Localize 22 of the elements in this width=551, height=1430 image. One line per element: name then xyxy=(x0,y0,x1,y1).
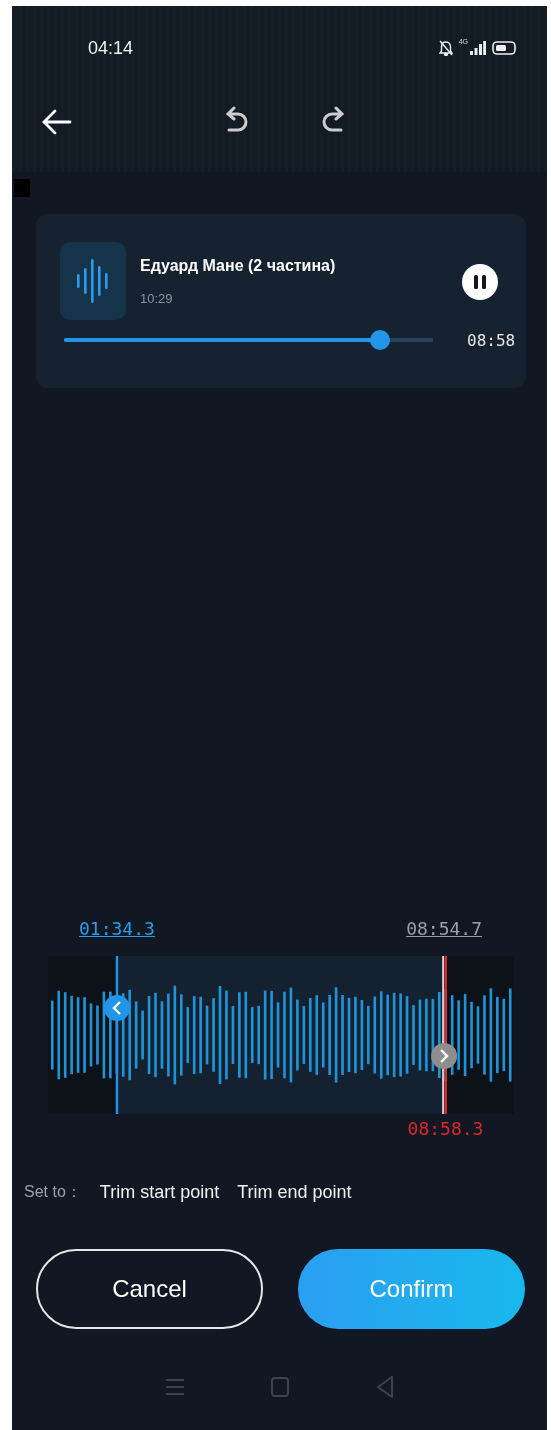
corner-marker xyxy=(14,179,30,197)
pause-button[interactable] xyxy=(462,264,498,300)
set-option[interactable]: Trim end point xyxy=(237,1182,352,1203)
current-time: 08:58 xyxy=(467,330,516,350)
playhead-time: 08:58.3 xyxy=(407,1118,484,1139)
track-title: Едуард Мане (2 частина) xyxy=(140,257,337,275)
pause-icon xyxy=(473,274,487,290)
trim-start-time[interactable]: 01:34.3 xyxy=(79,918,155,939)
clock: 04:14 xyxy=(88,37,134,59)
sound-wave-icon xyxy=(75,258,111,304)
slider-thumb[interactable] xyxy=(369,330,390,350)
back-arrow-icon xyxy=(42,109,72,135)
trim-end-handle[interactable] xyxy=(431,956,458,1114)
set-to-label: Set to： xyxy=(24,1182,82,1202)
track-duration: 10:29 xyxy=(140,291,174,306)
trim-end-time[interactable]: 08:54.7 xyxy=(406,918,482,939)
cancel-button[interactable]: Cancel xyxy=(36,1249,263,1329)
set-option[interactable]: Trim start point xyxy=(99,1182,220,1203)
trim-start-handle[interactable] xyxy=(103,956,130,1114)
signal-icon xyxy=(470,41,486,55)
battery-icon xyxy=(492,41,517,55)
bell-off-icon xyxy=(438,40,453,56)
